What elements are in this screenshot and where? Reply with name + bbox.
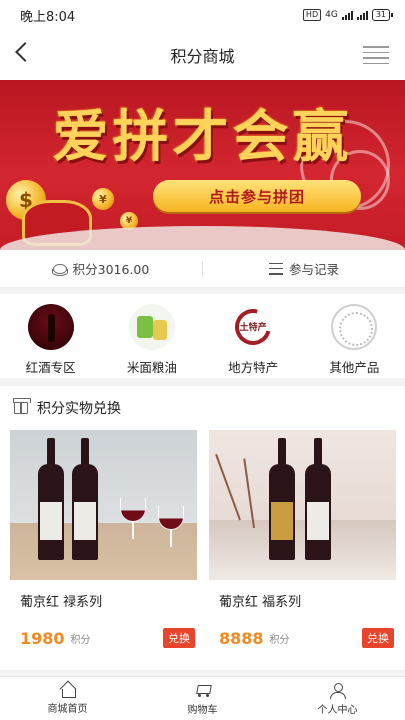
points-value: 积分3016.00 — [72, 262, 150, 277]
category-label: 米面粮油 — [126, 360, 177, 375]
category-red-wine[interactable]: 红酒专区 — [0, 294, 101, 378]
signal-icon-2 — [356, 10, 368, 20]
product-image — [209, 430, 396, 580]
tab-profile[interactable]: 个人中心 — [270, 677, 405, 720]
coins-icon — [52, 263, 69, 276]
bottom-tab-bar: 商城首页 购物车 个人中心 — [0, 676, 405, 720]
tab-cart[interactable]: 购物车 — [135, 677, 270, 720]
join-group-button[interactable]: 点击参与拼团 — [153, 180, 361, 212]
list-icon — [268, 262, 283, 275]
back-icon[interactable] — [15, 42, 35, 62]
battery-level: 31 — [371, 9, 390, 21]
user-icon — [329, 683, 346, 699]
gift-icon — [13, 398, 31, 414]
local-specialty-icon: 土特产 — [230, 304, 277, 350]
product-grid: 葡京红 禄系列 1980 积分 兑换 葡京红 福系列 8888 积分 兑换 — [0, 430, 405, 648]
status-indicators: HD 4G 31 — [302, 9, 393, 21]
menu-icon[interactable] — [363, 46, 389, 64]
product-image — [10, 430, 197, 580]
other-products-icon — [331, 304, 378, 350]
category-label: 红酒专区 — [25, 360, 76, 375]
wine-glass — [120, 498, 146, 539]
points-balance[interactable]: 积分3016.00 — [0, 259, 202, 278]
product-price: 8888 — [219, 628, 264, 648]
product-card[interactable]: 葡京红 禄系列 1980 积分 兑换 — [10, 430, 197, 648]
price-unit: 积分 — [70, 634, 91, 646]
price-unit: 积分 — [269, 634, 290, 646]
status-bar: 晚上8:04 HD 4G 31 — [0, 0, 405, 30]
local-specialty-logo-text: 土特产 — [239, 323, 267, 333]
home-icon — [60, 683, 76, 698]
section-title: 积分实物兑换 — [37, 401, 121, 417]
dried-flower-decoration — [243, 458, 255, 529]
product-name: 葡京红 禄系列 — [20, 595, 103, 610]
category-label: 其他产品 — [329, 360, 380, 375]
red-wine-icon — [27, 304, 74, 350]
category-row: 红酒专区 米面粮油 土特产 地方特产 其他产品 — [0, 294, 405, 378]
dried-flower-decoration — [215, 453, 241, 521]
tab-label: 商城首页 — [47, 704, 88, 715]
category-rice-oil[interactable]: 米面粮油 — [101, 294, 202, 378]
wine-bottle — [72, 438, 98, 560]
banner-title: 爱拼才会赢 — [52, 104, 353, 170]
group-buy-banner[interactable]: 爱拼才会赢 $ ¥ ¥ ¥ 点击参与拼团 — [0, 80, 405, 250]
wine-bottle — [38, 438, 64, 560]
section-header: 积分实物兑换 — [0, 386, 405, 430]
coin-icon: ¥ — [92, 188, 114, 210]
product-price: 1980 — [20, 628, 65, 648]
hd-badge: HD — [302, 9, 322, 21]
wine-bottle — [269, 438, 295, 560]
page-title: 积分商城 — [170, 47, 235, 66]
exchange-button[interactable]: 兑换 — [362, 628, 394, 648]
page: 晚上8:04 HD 4G 31 积分商城 爱拼才会赢 $ ¥ ¥ ¥ 点击参与拼… — [0, 0, 405, 720]
tab-label: 个人中心 — [317, 705, 358, 716]
cart-icon — [194, 683, 212, 698]
wine-glass — [158, 506, 184, 547]
product-name: 葡京红 福系列 — [219, 595, 302, 610]
points-exchange-section: 积分实物兑换 葡京红 禄系列 1980 积分 兑换 葡京红 福系列 8888 积… — [0, 386, 405, 670]
status-time: 晚上8:04 — [20, 9, 76, 25]
wine-bottle — [305, 438, 331, 560]
tab-label: 购物车 — [187, 705, 218, 716]
signal-icon — [341, 10, 353, 20]
records-label: 参与记录 — [288, 262, 339, 277]
category-label: 地方特产 — [228, 360, 279, 375]
product-card[interactable]: 葡京红 福系列 8888 积分 兑换 — [209, 430, 396, 648]
participation-records[interactable]: 参与记录 — [203, 259, 405, 278]
product-footer: 8888 积分 兑换 — [209, 628, 396, 648]
exchange-button[interactable]: 兑换 — [163, 628, 195, 648]
nav-bar: 积分商城 — [0, 30, 405, 80]
category-other-products[interactable]: 其他产品 — [304, 294, 405, 378]
product-footer: 1980 积分 兑换 — [10, 628, 197, 648]
network-label: 4G — [325, 10, 338, 20]
tab-home[interactable]: 商城首页 — [0, 677, 135, 720]
category-local-specialty[interactable]: 土特产 地方特产 — [203, 294, 304, 378]
battery-icon: 31 — [371, 9, 393, 21]
points-bar: 积分3016.00 参与记录 — [0, 250, 405, 288]
rice-oil-icon — [128, 304, 175, 350]
